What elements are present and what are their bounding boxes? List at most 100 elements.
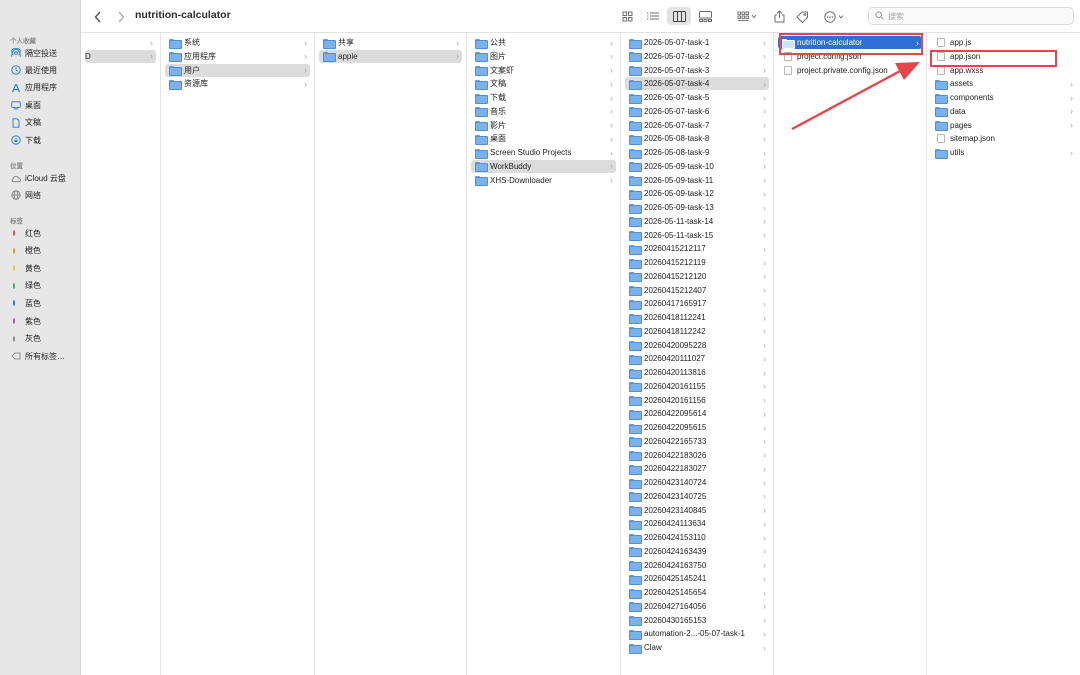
folder-row[interactable]: 文稿 › [471, 77, 616, 90]
file-row[interactable]: app.js [931, 36, 1076, 49]
folder-row[interactable]: 20260415212120 › [625, 270, 769, 283]
folder-row[interactable]: 20260422165733 › [625, 435, 769, 448]
file-row[interactable]: sitemap.json [931, 132, 1076, 145]
sidebar-item-tag[interactable]: 蓝色 [11, 296, 41, 310]
folder-row[interactable]: 20260418112241 › [625, 311, 769, 324]
folder-row[interactable]: 2026-05-07-task-5 › [625, 91, 769, 104]
folder-row[interactable]: 共享 › [319, 36, 462, 49]
folder-row[interactable]: 2026-05-07-task-3 › [625, 64, 769, 77]
folder-row[interactable]: 20260420161156 › [625, 394, 769, 407]
folder-row[interactable]: utils › [931, 146, 1076, 159]
folder-row[interactable]: 20260422095615 › [625, 421, 769, 434]
sidebar-item-favorite[interactable]: 隔空投送 [11, 46, 57, 60]
folder-row[interactable]: 2026-05-09-task-13 › [625, 201, 769, 214]
folder-row[interactable]: 20260424113634 › [625, 517, 769, 530]
chevron-right-icon: › [763, 271, 766, 282]
sidebar-item-tag[interactable]: 所有标签… [11, 349, 65, 363]
sidebar-item-favorite[interactable]: 最近使用 [11, 63, 57, 77]
folder-row[interactable]: pages › [931, 119, 1076, 132]
folder-row[interactable]: WorkBuddy › [471, 159, 616, 173]
folder-row[interactable]: Screen Studio Projects › [471, 146, 616, 159]
folder-row[interactable]: 2026-05-07-task-6 › [625, 105, 769, 118]
folder-row[interactable]: 20260424163439 › [625, 545, 769, 558]
folder-row[interactable]: 20260425145241 › [625, 572, 769, 585]
folder-row[interactable]: 2026-05-08-task-8 › [625, 132, 769, 145]
folder-row[interactable]: XHS-Downloader › [471, 174, 616, 187]
file-row[interactable]: project.private.config.json [778, 64, 922, 77]
icon-view-icon[interactable] [615, 7, 639, 25]
folder-row[interactable]: 系统 › [165, 36, 310, 49]
folder-row[interactable]: 用户 › [165, 63, 310, 77]
folder-row[interactable]: 2026-05-07-task-2 › [625, 50, 769, 63]
folder-row[interactable]: 20260418112242 › [625, 325, 769, 338]
sidebar-item-tag[interactable]: 红色 [11, 226, 41, 240]
folder-row[interactable]: assets › [931, 77, 1076, 90]
folder-row[interactable]: 2026-05-11-task-15 › [625, 229, 769, 242]
folder-row[interactable]: 20260423140725 › [625, 490, 769, 503]
folder-row[interactable]: 图片 › [471, 50, 616, 63]
folder-row[interactable]: components › [931, 91, 1076, 104]
folder-row[interactable]: 2026-05-09-task-12 › [625, 187, 769, 200]
folder-row[interactable]: data › [931, 105, 1076, 118]
folder-row[interactable]: automation-2...-05-07-task-1 › [625, 627, 769, 640]
folder-row[interactable]: 公共 › [471, 36, 616, 49]
column-view-icon[interactable] [667, 7, 691, 25]
chevron-right-icon[interactable] [114, 8, 128, 25]
folder-row[interactable]: 应用程序 › [165, 50, 310, 63]
folder-row[interactable]: 2026-05-07-task-4 › [625, 77, 769, 91]
folder-row[interactable]: 桌面 › [471, 132, 616, 145]
folder-row[interactable]: 20260422095614 › [625, 407, 769, 420]
sidebar-item-location[interactable]: 网络 [11, 188, 41, 202]
sidebar-item-favorite[interactable]: 下载 [11, 133, 41, 147]
folder-row[interactable]: 20260423140845 › [625, 504, 769, 517]
sidebar-item-favorite[interactable]: 桌面 [11, 98, 41, 112]
folder-row[interactable]: 音乐 › [471, 105, 616, 118]
folder-row[interactable]: 20260415212407 › [625, 284, 769, 297]
folder-row[interactable]: 文案虾 › [471, 64, 616, 77]
folder-row[interactable]: 20260417165917 › [625, 297, 769, 310]
folder-row[interactable]: 20260423140724 › [625, 476, 769, 489]
folder-row[interactable]: › [85, 36, 156, 49]
folder-row[interactable]: 2026-05-07-task-7 › [625, 119, 769, 132]
folder-row[interactable]: 20260420111027 › [625, 352, 769, 365]
sidebar-item-tag[interactable]: 黄色 [11, 261, 41, 275]
folder-row[interactable]: apple › [319, 49, 462, 63]
folder-row[interactable]: 2026-05-11-task-14 › [625, 215, 769, 228]
folder-row[interactable]: 2026-05-08-task-9 › [625, 146, 769, 159]
sidebar-item-favorite[interactable]: 文稿 [11, 116, 41, 130]
share-icon[interactable] [771, 8, 787, 25]
folder-row[interactable]: 影片 › [471, 119, 616, 132]
sidebar-item-tag[interactable]: 灰色 [11, 332, 41, 346]
folder-row[interactable]: 20260420161155 › [625, 380, 769, 393]
folder-row[interactable]: 2026-05-09-task-10 › [625, 160, 769, 173]
folder-row[interactable]: 20260415212117 › [625, 242, 769, 255]
tag-icon[interactable] [794, 8, 810, 25]
folder-row[interactable]: 20260420113816 › [625, 366, 769, 379]
folder-row[interactable]: 20260425145654 › [625, 586, 769, 599]
folder-row[interactable]: 20260422183026 › [625, 449, 769, 462]
folder-row[interactable]: 下载 › [471, 91, 616, 104]
folder-row[interactable]: 资源库 › [165, 77, 310, 90]
folder-row[interactable]: Claw › [625, 641, 769, 654]
folder-row[interactable]: 20260415212119 › [625, 256, 769, 269]
group-by-icon[interactable] [734, 8, 760, 25]
sidebar-item-tag[interactable]: 绿色 [11, 279, 41, 293]
folder-row[interactable]: 20260422183027 › [625, 462, 769, 475]
sidebar-item-location[interactable]: iCloud 云盘 [11, 171, 66, 185]
folder-row[interactable]: 20260424153110 › [625, 531, 769, 544]
gallery-view-icon[interactable] [693, 7, 717, 25]
more-actions-icon[interactable] [822, 8, 848, 25]
folder-row[interactable]: D › [85, 49, 156, 63]
list-view-icon[interactable] [641, 7, 665, 25]
folder-row[interactable]: 20260427164056 › [625, 600, 769, 613]
chevron-left-icon[interactable] [91, 8, 105, 25]
sidebar-item-tag[interactable]: 橙色 [11, 244, 41, 258]
folder-row[interactable]: 20260424163750 › [625, 559, 769, 572]
search-field[interactable]: 搜索 [868, 7, 1074, 25]
folder-row[interactable]: 2026-05-07-task-1 › [625, 36, 769, 49]
sidebar-item-tag[interactable]: 紫色 [11, 314, 41, 328]
folder-row[interactable]: 20260430165153 › [625, 614, 769, 627]
sidebar-item-favorite[interactable]: 应用程序 [11, 81, 57, 95]
folder-row[interactable]: 20260420095228 › [625, 339, 769, 352]
folder-row[interactable]: 2026-05-09-task-11 › [625, 174, 769, 187]
